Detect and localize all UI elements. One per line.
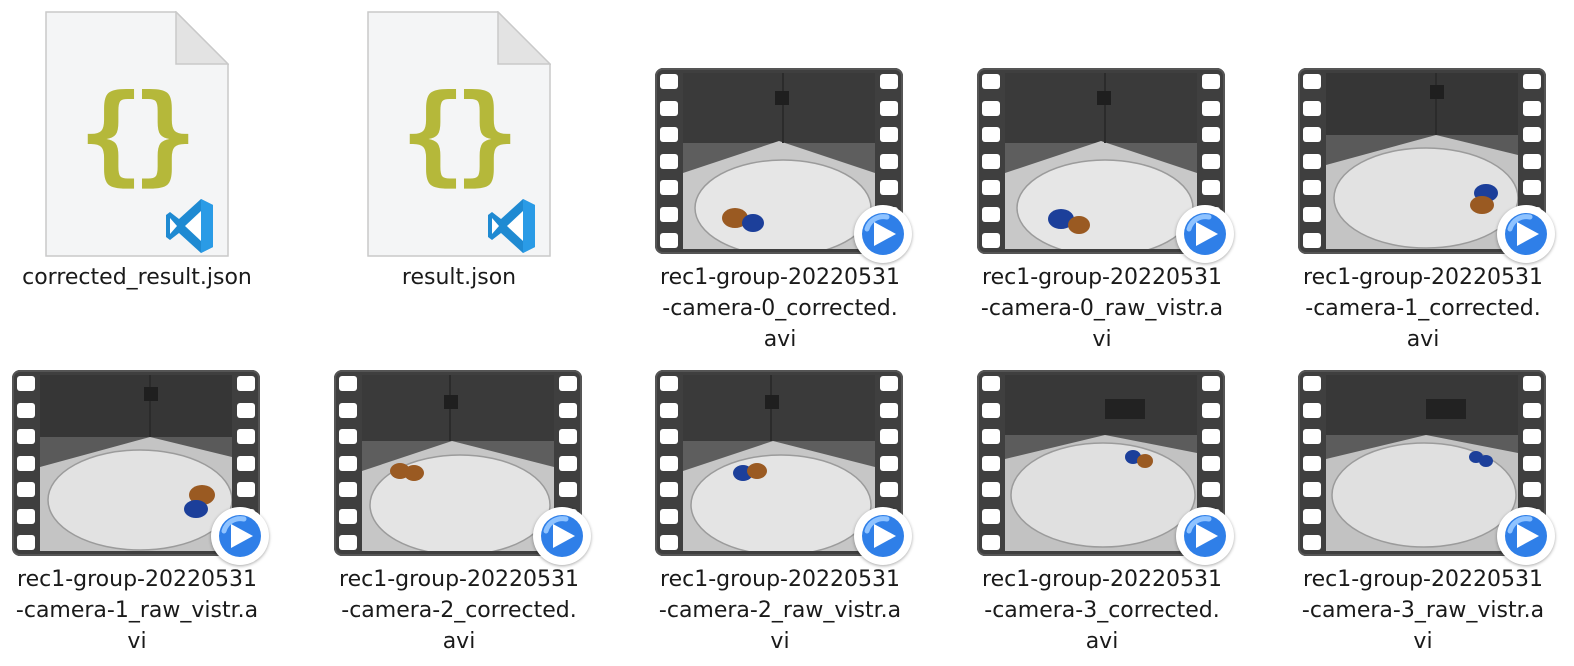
file-label-line: vi	[770, 629, 790, 654]
arena-thumbnail	[1326, 375, 1518, 551]
video-frame	[1005, 73, 1197, 249]
json-file-icon: { }	[309, 0, 609, 260]
file-label-line: rec1-group-20220531	[660, 265, 900, 290]
arena-thumbnail	[1005, 375, 1197, 551]
file-label-line: rec1-group-20220531	[660, 567, 900, 592]
file-label-line: corrected_result.json	[22, 265, 252, 290]
file-label: rec1-group-20220531 -camera-3_corrected.…	[952, 564, 1252, 657]
film-perforations-left	[660, 74, 678, 248]
file-label-line: -camera-1_raw_vistr.a	[15, 598, 259, 623]
svg-text:}: }	[132, 72, 197, 197]
video-thumbnail-icon	[1273, 0, 1573, 263]
film-perforations-left	[1303, 376, 1321, 550]
film-perforations-left	[982, 74, 1000, 248]
svg-text:}: }	[454, 72, 519, 197]
json-document-icon: { }	[367, 11, 551, 257]
file-label-line: vi	[1413, 629, 1433, 654]
file-label-line: rec1-group-20220531	[1303, 265, 1543, 290]
file-label-line: avi	[442, 629, 476, 654]
video-frame	[683, 73, 875, 249]
file-grid: { } corrected_result.json { } result.jso…	[0, 0, 1574, 666]
video-frame	[40, 375, 232, 551]
video-thumbnail-icon	[630, 0, 930, 263]
json-document-icon: { }	[45, 11, 229, 257]
film-perforations-left	[17, 376, 35, 550]
file-label-line: -camera-2_corrected.	[341, 598, 577, 623]
file-label-line: rec1-group-20220531	[17, 567, 257, 592]
file-label: rec1-group-20220531 -camera-3_raw_vistr.…	[1273, 564, 1573, 657]
file-label-line: rec1-group-20220531	[982, 567, 1222, 592]
file-label-line: -camera-2_raw_vistr.a	[658, 598, 902, 623]
file-label-line: avi	[1085, 629, 1119, 654]
video-frame	[1326, 73, 1518, 249]
video-frame	[683, 375, 875, 551]
file-label-line: result.json	[401, 265, 517, 290]
file-label: corrected_result.json	[0, 262, 287, 293]
video-player-icon	[1497, 507, 1555, 565]
json-file-icon: { }	[0, 0, 287, 260]
arena-thumbnail	[1326, 73, 1518, 249]
video-frame	[1005, 375, 1197, 551]
file-label: result.json	[309, 262, 609, 293]
file-label-line: -camera-3_corrected.	[984, 598, 1220, 623]
video-player-icon	[854, 507, 912, 565]
arena-thumbnail	[683, 73, 875, 249]
file-label-line: rec1-group-20220531	[339, 567, 579, 592]
video-thumbnail-icon	[952, 302, 1252, 565]
file-label: rec1-group-20220531 -camera-1_raw_vistr.…	[0, 564, 287, 657]
file-label-line: vi	[127, 629, 147, 654]
video-frame	[362, 375, 554, 551]
video-thumbnail-icon	[309, 302, 609, 565]
video-player-icon	[1176, 507, 1234, 565]
film-perforations-left	[660, 376, 678, 550]
file-label-line: -camera-3_raw_vistr.a	[1301, 598, 1545, 623]
video-player-icon	[1497, 205, 1555, 263]
video-thumbnail-icon	[1273, 302, 1573, 565]
film-perforations-left	[982, 376, 1000, 550]
arena-thumbnail	[40, 375, 232, 551]
file-label-line: rec1-group-20220531	[1303, 567, 1543, 592]
arena-thumbnail	[683, 375, 875, 551]
video-frame	[1326, 375, 1518, 551]
video-thumbnail-icon	[952, 0, 1252, 263]
arena-thumbnail	[1005, 73, 1197, 249]
file-label: rec1-group-20220531 -camera-2_raw_vistr.…	[630, 564, 930, 657]
video-player-icon	[211, 507, 269, 565]
video-player-icon	[1176, 205, 1234, 263]
arena-thumbnail	[362, 375, 554, 551]
video-player-icon	[854, 205, 912, 263]
video-player-icon	[533, 507, 591, 565]
video-thumbnail-icon	[0, 302, 287, 565]
video-thumbnail-icon	[630, 302, 930, 565]
film-perforations-left	[1303, 74, 1321, 248]
file-label-line: rec1-group-20220531	[982, 265, 1222, 290]
film-perforations-left	[339, 376, 357, 550]
file-label: rec1-group-20220531 -camera-2_corrected.…	[309, 564, 609, 657]
